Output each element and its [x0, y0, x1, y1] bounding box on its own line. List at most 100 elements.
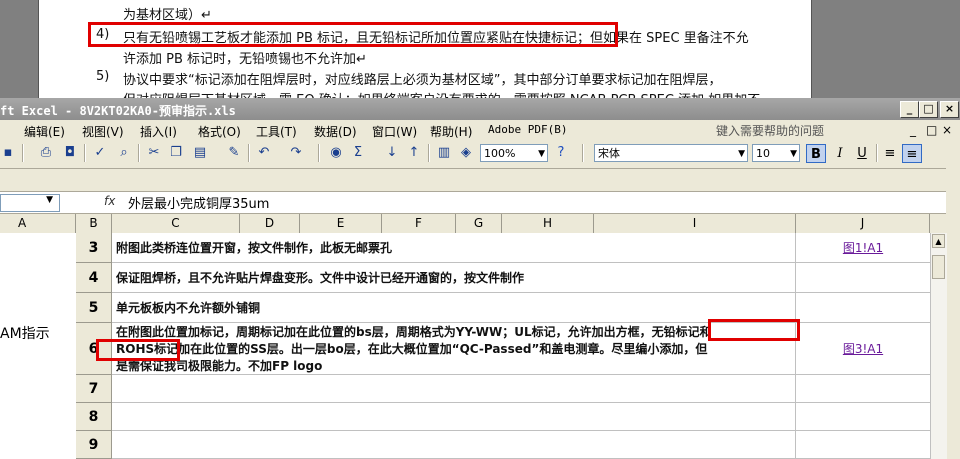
- hyperlink-icon[interactable]: ◉: [328, 145, 344, 161]
- cell-j6[interactable]: 图3!A1: [796, 323, 930, 375]
- fx-icon[interactable]: fx: [104, 194, 115, 208]
- cell-c3[interactable]: 附图此类桥连位置开窗，按文件制作，此板无邮票孔: [112, 233, 796, 263]
- column-header-g[interactable]: G: [456, 214, 502, 233]
- doc-line-1: 为基材区域）↵: [123, 8, 212, 23]
- menu-window[interactable]: 窗口(W): [372, 123, 417, 140]
- row-header-8[interactable]: 8: [76, 403, 112, 431]
- menu-adobe-pdf[interactable]: Adobe PDF(B): [488, 123, 567, 136]
- column-header-b[interactable]: B: [76, 214, 112, 233]
- chevron-down-icon: ▼: [738, 149, 745, 159]
- restore-button[interactable]: □: [919, 101, 938, 118]
- cell-j3[interactable]: 图1!A1: [796, 233, 930, 263]
- doc-line-5: 但对应阻焊层下基材区域，需 EQ 确认；如果终端客户没有要求的，需要按照 NCA…: [123, 89, 760, 98]
- drawing-icon[interactable]: ◈: [458, 145, 474, 161]
- font-size-select[interactable]: 10 ▼: [752, 144, 800, 162]
- menu-edit[interactable]: 编辑(E): [24, 123, 65, 140]
- column-a-cell[interactable]: AM指示: [0, 233, 77, 459]
- close-button[interactable]: ×: [940, 101, 959, 118]
- menu-data[interactable]: 数据(D): [314, 123, 357, 140]
- row-header-9[interactable]: 9: [76, 431, 112, 459]
- toolbar-separator: [582, 144, 584, 162]
- autosum-icon[interactable]: Σ: [350, 145, 366, 161]
- cell-c6[interactable]: 在附图此位置加标记，周期标记加在此位置的bs层，周期格式为YY-WW；UL标记，…: [112, 323, 796, 375]
- title-bar: ft Excel - 8V2KT02KA0-预审指示.xls _ □ ×: [0, 98, 960, 120]
- column-header-i[interactable]: I: [594, 214, 796, 233]
- copy-icon[interactable]: ❐: [168, 145, 184, 161]
- formula-bar: ▼ fx 外层最小完成铜厚35um: [0, 191, 960, 214]
- column-header-e[interactable]: E: [300, 214, 382, 233]
- vertical-scrollbar[interactable]: ▲: [930, 233, 947, 459]
- formula-input[interactable]: 外层最小完成铜厚35um: [128, 193, 269, 212]
- paste-icon[interactable]: ▤: [192, 145, 208, 161]
- row-header-7[interactable]: 7: [76, 375, 112, 403]
- cell-c7[interactable]: [112, 375, 796, 403]
- scrollbar-thumb[interactable]: [932, 255, 945, 279]
- cell-c8[interactable]: [112, 403, 796, 431]
- cell-j4[interactable]: [796, 263, 930, 293]
- column-header-row: A B C D E F G H I J: [0, 214, 945, 234]
- column-header-f[interactable]: F: [382, 214, 456, 233]
- cell-j8[interactable]: [796, 403, 930, 431]
- menu-view[interactable]: 视图(V): [82, 123, 124, 140]
- chart-wizard-icon[interactable]: ▥: [436, 145, 452, 161]
- align-left-icon[interactable]: ≡: [880, 144, 900, 163]
- minimize-button[interactable]: _: [900, 101, 919, 118]
- cut-icon[interactable]: ✂: [146, 145, 162, 161]
- menu-format[interactable]: 格式(O): [198, 123, 241, 140]
- row-header-4[interactable]: 4: [76, 263, 112, 293]
- column-header-a[interactable]: A: [0, 214, 76, 233]
- font-name-select[interactable]: 宋体 ▼: [594, 144, 748, 162]
- toolbar-separator: [22, 144, 24, 162]
- menu-tools[interactable]: 工具(T): [256, 123, 297, 140]
- cell-j9[interactable]: [796, 431, 930, 459]
- row-header-3[interactable]: 3: [76, 233, 112, 263]
- doc-close-button[interactable]: ×: [942, 123, 952, 137]
- help-search-input[interactable]: 键入需要帮助的问题: [716, 122, 886, 138]
- column-header-j[interactable]: J: [796, 214, 930, 233]
- toolbar-side-scrollbar[interactable]: [946, 140, 960, 459]
- align-center-icon[interactable]: ≡: [902, 144, 922, 163]
- menu-insert[interactable]: 插入(I): [140, 123, 177, 140]
- research-icon[interactable]: ⌕: [116, 145, 132, 161]
- column-header-c[interactable]: C: [112, 214, 240, 233]
- name-box[interactable]: ▼: [0, 194, 60, 212]
- undo-icon[interactable]: ↶: [256, 145, 272, 161]
- help-icon[interactable]: ?: [553, 145, 569, 161]
- column-header-h[interactable]: H: [502, 214, 594, 233]
- save-icon[interactable]: ▪: [0, 145, 16, 161]
- menu-help[interactable]: 帮助(H): [430, 123, 472, 140]
- cell-j7[interactable]: [796, 375, 930, 403]
- print-preview-icon[interactable]: ◘: [62, 145, 78, 161]
- hyperlink-j6[interactable]: 图3!A1: [843, 342, 883, 356]
- doc-minimize-button[interactable]: _: [910, 123, 916, 137]
- column-header-d[interactable]: D: [240, 214, 300, 233]
- format-painter-icon[interactable]: ✎: [226, 145, 242, 161]
- print-icon[interactable]: ⎙: [38, 145, 54, 161]
- cell-j5[interactable]: [796, 293, 930, 323]
- underline-button[interactable]: U: [852, 144, 872, 163]
- toolbar-separator: [138, 144, 140, 162]
- sort-ascending-icon[interactable]: ↓: [384, 145, 400, 161]
- scroll-up-icon[interactable]: ▲: [932, 234, 945, 248]
- row-header-5[interactable]: 5: [76, 293, 112, 323]
- sheet-section-label: AM指示: [0, 326, 50, 342]
- worksheet-grid: AM指示 3 附图此类桥连位置开窗，按文件制作，此板无邮票孔 图1!A1 4 保…: [0, 233, 930, 459]
- cell-c9[interactable]: [112, 431, 796, 459]
- redo-icon[interactable]: ↷: [288, 145, 304, 161]
- cell-c5[interactable]: 单元板板内不允许额外铺铜: [112, 293, 796, 323]
- spelling-icon[interactable]: ✓: [92, 145, 108, 161]
- bold-button[interactable]: B: [806, 144, 826, 163]
- doc-restore-button[interactable]: □: [926, 123, 937, 137]
- word-document-page: 为基材区域）↵ 4) 只有无铅喷锡工艺板才能添加 PB 标记，且无铅标记所加位置…: [38, 0, 812, 98]
- sort-descending-icon[interactable]: ↑: [406, 145, 422, 161]
- toolbar-gap: [0, 169, 960, 191]
- excel-window: ft Excel - 8V2KT02KA0-预审指示.xls _ □ × 编辑(…: [0, 98, 960, 459]
- font-name-value: 宋体: [598, 147, 620, 160]
- cell-c4[interactable]: 保证阻焊桥，且不允许贴片焊盘变形。文件中设计已经开通窗的，按文件制作: [112, 263, 796, 293]
- hyperlink-j3[interactable]: 图1!A1: [843, 241, 883, 255]
- toolbar-separator: [84, 144, 86, 162]
- italic-button[interactable]: I: [830, 144, 850, 163]
- zoom-select[interactable]: 100% ▼: [480, 144, 548, 162]
- font-size-value: 10: [756, 147, 770, 160]
- toolbar: ▪ ⎙ ◘ ✓ ⌕ ✂ ❐ ▤ ✎ ↶ ↷ ◉ Σ ↓ ↑ ▥ ◈ 100% ▼ …: [0, 140, 960, 169]
